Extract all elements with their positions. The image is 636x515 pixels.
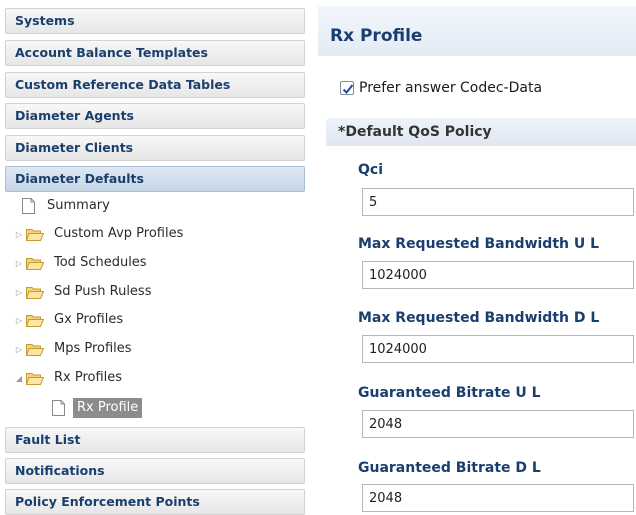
tree-item-rx-profile[interactable]: Rx Profile — [52, 396, 143, 420]
guaranteed-bitrate-dl-label: Guaranteed Bitrate D L — [358, 460, 541, 476]
checkmark-icon — [342, 84, 354, 94]
prefer-answer-codec-checkbox[interactable] — [340, 81, 354, 95]
nav-header-account-balance-templates[interactable]: Account Balance Templates — [5, 40, 305, 66]
tree-item-custom-avp-profiles[interactable]: ▷ Custom Avp Profiles — [14, 222, 187, 246]
detail-panel: Rx Profile Prefer answer Codec-Data *Def… — [318, 0, 636, 514]
nav-header-diameter-clients[interactable]: Diameter Clients — [5, 135, 305, 161]
tree-item-sd-push-ruless[interactable]: ▷ Sd Push Ruless — [14, 280, 155, 304]
expand-arrow-icon[interactable]: ▷ — [14, 316, 24, 325]
nav-header-diameter-agents[interactable]: Diameter Agents — [5, 103, 305, 129]
folder-icon — [25, 228, 45, 241]
guaranteed-bitrate-dl-input[interactable] — [362, 484, 634, 512]
folder-icon — [25, 343, 45, 356]
nav-header-fault-list[interactable]: Fault List — [5, 427, 305, 453]
qos-section-header: *Default QoS Policy — [326, 118, 636, 146]
tree-item-label: Gx Profiles — [54, 312, 124, 327]
nav-header-custom-reference-data-tables[interactable]: Custom Reference Data Tables — [5, 72, 305, 98]
tree-item-label: Tod Schedules — [54, 255, 147, 270]
qci-input[interactable] — [362, 188, 634, 216]
collapse-arrow-icon[interactable]: ◢ — [14, 374, 24, 383]
folder-icon — [25, 314, 45, 327]
expand-arrow-icon[interactable]: ▷ — [14, 230, 24, 239]
tree-item-label-selected: Rx Profile — [73, 398, 143, 418]
document-icon — [52, 400, 65, 416]
nav-header-diameter-defaults[interactable]: Diameter Defaults — [5, 166, 305, 192]
guaranteed-bitrate-ul-input[interactable] — [362, 410, 634, 438]
prefer-answer-codec-checkbox-row[interactable]: Prefer answer Codec-Data — [340, 78, 542, 98]
document-icon — [22, 198, 35, 214]
tree-item-gx-profiles[interactable]: ▷ Gx Profiles — [14, 308, 127, 332]
expand-arrow-icon[interactable]: ▷ — [14, 259, 24, 268]
max-requested-bandwidth-dl-input[interactable] — [362, 335, 634, 363]
navigation-sidebar: Systems Account Balance Templates Custom… — [0, 0, 308, 515]
tree-item-label: Summary — [47, 198, 110, 213]
tree-item-label: Custom Avp Profiles — [54, 226, 184, 241]
prefer-answer-codec-label: Prefer answer Codec-Data — [359, 80, 543, 96]
page-title: Rx Profile — [330, 26, 423, 46]
tree-item-tod-schedules[interactable]: ▷ Tod Schedules — [14, 251, 151, 275]
nav-header-notifications[interactable]: Notifications — [5, 458, 305, 484]
expand-arrow-icon[interactable]: ▷ — [14, 288, 24, 297]
tree-item-summary[interactable]: Summary — [22, 194, 114, 218]
nav-header-systems[interactable]: Systems — [5, 8, 305, 34]
nav-header-policy-enforcement-points[interactable]: Policy Enforcement Points — [5, 489, 305, 515]
folder-icon — [25, 286, 45, 299]
tree-item-rx-profiles[interactable]: ◢ Rx Profiles — [14, 366, 126, 390]
folder-open-icon — [25, 372, 45, 385]
tree-item-mps-profiles[interactable]: ▷ Mps Profiles — [14, 337, 136, 361]
expand-arrow-icon[interactable]: ▷ — [14, 345, 24, 354]
guaranteed-bitrate-ul-label: Guaranteed Bitrate U L — [358, 385, 541, 401]
folder-icon — [25, 257, 45, 270]
tree-item-label: Mps Profiles — [54, 341, 132, 356]
qci-label: Qci — [358, 162, 383, 178]
tree-item-label: Sd Push Ruless — [54, 284, 152, 299]
tree-item-label: Rx Profiles — [54, 370, 123, 385]
max-requested-bandwidth-ul-input[interactable] — [362, 261, 634, 289]
section-title: *Default QoS Policy — [338, 124, 492, 140]
max-requested-bandwidth-ul-label: Max Requested Bandwidth U L — [358, 236, 600, 252]
max-requested-bandwidth-dl-label: Max Requested Bandwidth D L — [358, 310, 600, 326]
title-bar: Rx Profile — [318, 6, 636, 56]
